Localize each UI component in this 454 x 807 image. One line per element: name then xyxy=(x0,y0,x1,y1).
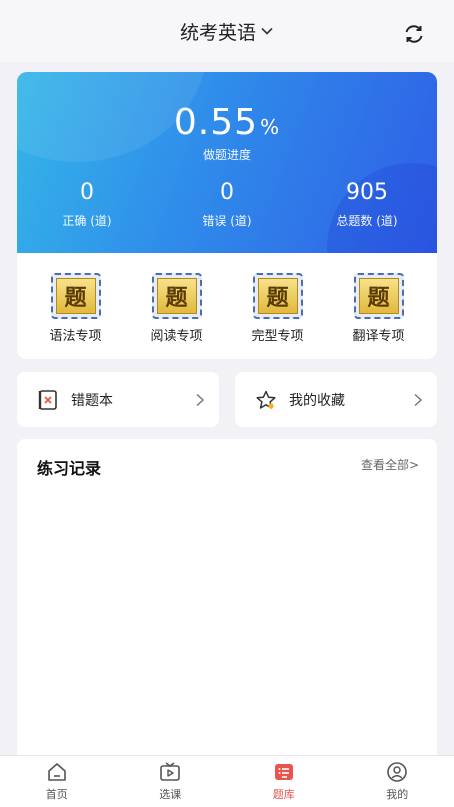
nav-label: 我的 xyxy=(386,788,409,801)
question-bank-icon xyxy=(274,764,293,780)
view-all-link[interactable]: 查看全部> xyxy=(361,456,419,473)
subject-selector[interactable]: 统考英语 xyxy=(180,18,274,45)
question-badge-icon: 题 xyxy=(252,273,303,319)
refresh-icon xyxy=(405,25,423,43)
stat-value: 905 xyxy=(346,180,388,205)
home-icon xyxy=(47,763,66,781)
progress-unit: % xyxy=(260,115,281,139)
nav-label: 首页 xyxy=(45,788,68,801)
stat-total: 905 总题数 (道) xyxy=(307,180,427,229)
records-title: 练习记录 xyxy=(37,459,102,478)
nav-question-bank[interactable]: 题库 xyxy=(244,761,324,802)
nav-label: 题库 xyxy=(272,788,295,801)
topic-cloze[interactable]: 题 完型专项 xyxy=(233,273,323,344)
tv-play-icon xyxy=(160,762,181,781)
question-badge-icon: 题 xyxy=(50,273,101,319)
nav-mine[interactable]: 我的 xyxy=(357,761,437,802)
topic-label: 翻译专项 xyxy=(352,329,405,344)
favorites-label: 我的收藏 xyxy=(289,392,345,409)
top-bar: 统考英语 xyxy=(0,0,454,62)
stat-wrong: 0 错误 (道) xyxy=(167,180,287,229)
nav-label: 选课 xyxy=(159,788,182,801)
topic-grid: 题 语法专项 题 阅读专项 题 完型专项 题 翻译专项 xyxy=(17,253,437,359)
progress-card: 0.55% 做题进度 0 正确 (道) 0 错误 (道) 905 总题数 (道) xyxy=(17,72,437,253)
stat-correct: 0 正确 (道) xyxy=(27,180,147,229)
chevron-right-icon xyxy=(414,393,423,406)
subject-title: 统考英语 xyxy=(179,21,256,44)
question-badge-icon: 题 xyxy=(151,273,202,319)
stat-value: 0 xyxy=(220,180,234,205)
nav-courses[interactable]: 选课 xyxy=(130,761,210,802)
favorites-button[interactable]: 我的收藏 xyxy=(235,372,437,427)
stat-label: 错误 (道) xyxy=(202,214,252,228)
chevron-right-icon xyxy=(196,393,205,406)
refresh-button[interactable] xyxy=(402,22,426,46)
user-icon xyxy=(387,762,408,782)
badge-char: 题 xyxy=(156,278,197,314)
topic-label: 语法专项 xyxy=(49,329,102,344)
progress-number: 0.55 xyxy=(173,102,259,143)
badge-char: 题 xyxy=(358,278,399,314)
progress-value: 0.55% xyxy=(17,102,437,143)
question-badge-icon: 题 xyxy=(353,273,404,319)
stat-value: 0 xyxy=(80,180,94,205)
wrong-book-label: 错题本 xyxy=(71,392,113,409)
nav-home[interactable]: 首页 xyxy=(17,761,97,802)
practice-records-panel: 练习记录 查看全部> xyxy=(17,439,437,769)
stat-label: 正确 (道) xyxy=(62,214,112,228)
progress-label: 做题进度 xyxy=(202,148,251,162)
star-icon xyxy=(256,390,276,409)
topic-reading[interactable]: 题 阅读专项 xyxy=(132,273,222,344)
topic-grammar[interactable]: 题 语法专项 xyxy=(31,273,121,344)
topic-label: 阅读专项 xyxy=(150,329,203,344)
badge-char: 题 xyxy=(257,278,298,314)
topic-label: 完型专项 xyxy=(251,329,304,344)
wrong-book-button[interactable]: 错题本 xyxy=(17,372,219,427)
stat-label: 总题数 (道) xyxy=(336,214,398,228)
app-screen: 统考英语 0.55% 做题进度 0 正确 (道) 0 错误 (道) 905 总题… xyxy=(0,0,454,807)
wrong-book-icon xyxy=(38,389,57,410)
topic-translation[interactable]: 题 翻译专项 xyxy=(334,273,424,344)
chevron-down-icon xyxy=(261,27,273,35)
bottom-nav: 首页 选课 题库 我的 xyxy=(0,755,454,807)
badge-char: 题 xyxy=(55,278,96,314)
